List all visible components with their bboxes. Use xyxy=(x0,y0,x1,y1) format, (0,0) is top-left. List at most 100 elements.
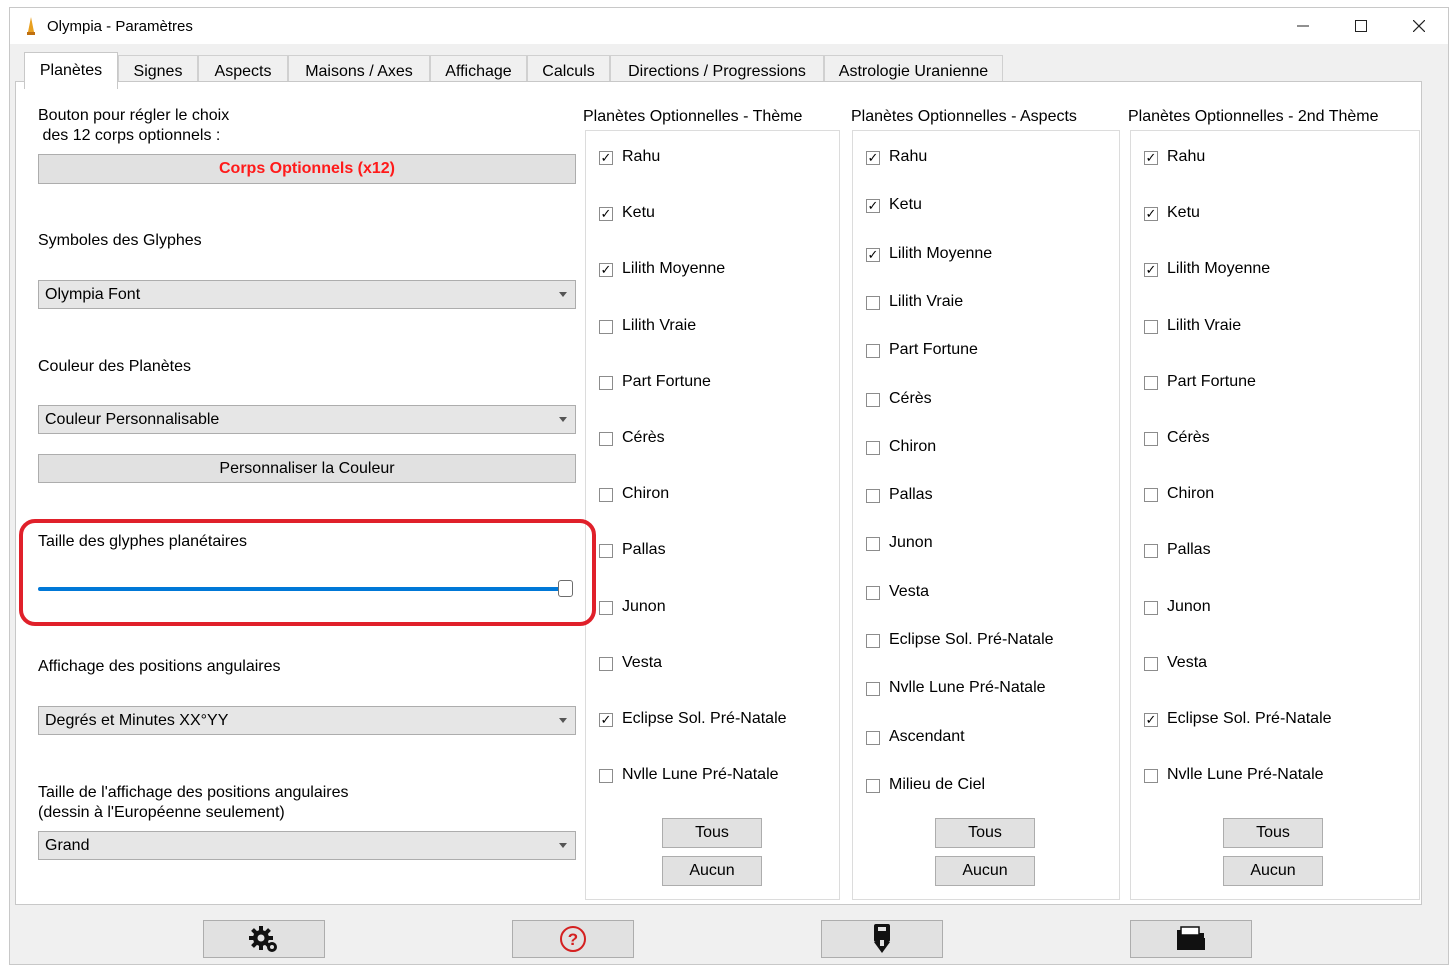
checkbox-second-4[interactable] xyxy=(1144,376,1158,390)
checkbox-aspects-9[interactable] xyxy=(866,586,880,600)
checkbox-label-theme-2: Lilith Moyenne xyxy=(622,260,726,277)
checkbox-second-10[interactable]: ✓ xyxy=(1144,713,1158,727)
checkbox-label-aspects-8: Junon xyxy=(889,534,933,551)
select-all-button-label: Tous xyxy=(1256,824,1290,841)
checkbox-label-aspects-4: Part Fortune xyxy=(889,341,978,358)
checkbox-second-9[interactable] xyxy=(1144,657,1158,671)
checkbox-label-theme-5: Cérès xyxy=(622,429,665,446)
checkbox-label-theme-0: Rahu xyxy=(622,148,661,165)
planet-color-select[interactable]: Couleur Personnalisable xyxy=(38,405,576,434)
checkbox-label-second-10: Eclipse Sol. Pré-Natale xyxy=(1167,710,1332,727)
checkbox-label-aspects-9: Vesta xyxy=(889,583,930,600)
checkbox-theme-0[interactable]: ✓ xyxy=(599,151,613,165)
checkbox-label-second-9: Vesta xyxy=(1167,654,1208,671)
select-all-button-label: Tous xyxy=(695,824,729,841)
open-folder-icon xyxy=(1177,926,1205,950)
checkbox-aspects-6[interactable] xyxy=(866,441,880,455)
checkbox-theme-8[interactable] xyxy=(599,601,613,615)
close-button[interactable] xyxy=(1396,8,1442,44)
glyph-symbols-select[interactable]: Olympia Font xyxy=(38,280,576,309)
checkbox-theme-9[interactable] xyxy=(599,657,613,671)
checkbox-label-aspects-7: Pallas xyxy=(889,486,933,503)
tab-label: Maisons / Axes xyxy=(305,62,413,80)
tab-label: Directions / Progressions xyxy=(628,62,806,80)
checkbox-aspects-4[interactable] xyxy=(866,344,880,358)
checkbox-second-11[interactable] xyxy=(1144,769,1158,783)
angular-size-select[interactable]: Grand xyxy=(38,831,576,860)
angular-size-label-2: (dessin à l'Européenne seulement) xyxy=(38,804,285,821)
optional-bodies-button[interactable]: Corps Optionnels (x12) xyxy=(38,154,576,184)
checkbox-theme-10[interactable]: ✓ xyxy=(599,713,613,727)
checkbox-aspects-13[interactable] xyxy=(866,779,880,793)
select-none-button-second[interactable]: Aucun xyxy=(1223,856,1323,886)
checkbox-theme-4[interactable] xyxy=(599,376,613,390)
save-download-icon xyxy=(874,924,890,953)
select-none-button-aspects[interactable]: Aucun xyxy=(935,856,1035,886)
chevron-down-icon xyxy=(559,417,567,422)
minimize-icon xyxy=(1297,25,1309,27)
checkbox-aspects-10[interactable] xyxy=(866,634,880,648)
save-button[interactable] xyxy=(821,920,943,958)
select-all-button-label: Tous xyxy=(968,824,1002,841)
checkbox-second-0[interactable]: ✓ xyxy=(1144,151,1158,165)
svg-text:?: ? xyxy=(568,930,578,949)
group-title-aspects: Planètes Optionnelles - Aspects xyxy=(851,107,1081,127)
checkbox-aspects-0[interactable]: ✓ xyxy=(866,151,880,165)
planet-color-label: Couleur des Planètes xyxy=(38,358,191,375)
tab-planetes[interactable]: Planètes xyxy=(24,52,118,89)
checkbox-aspects-1[interactable]: ✓ xyxy=(866,199,880,213)
select-all-button-second[interactable]: Tous xyxy=(1223,818,1323,848)
checkbox-aspects-2[interactable]: ✓ xyxy=(866,248,880,262)
checkbox-theme-7[interactable] xyxy=(599,544,613,558)
checkbox-theme-11[interactable] xyxy=(599,769,613,783)
maximize-icon xyxy=(1355,20,1367,32)
close-icon xyxy=(1413,20,1425,32)
minimize-button[interactable] xyxy=(1280,8,1326,44)
checkbox-theme-6[interactable] xyxy=(599,488,613,502)
tab-label: Planètes xyxy=(39,62,103,79)
checkbox-label-aspects-2: Lilith Moyenne xyxy=(889,245,993,262)
checkbox-second-8[interactable] xyxy=(1144,601,1158,615)
customize-color-button[interactable]: Personnaliser la Couleur xyxy=(38,454,576,483)
select-all-button-theme[interactable]: Tous xyxy=(662,818,762,848)
maximize-button[interactable] xyxy=(1338,8,1384,44)
help-button[interactable]: ? xyxy=(512,920,634,958)
checkbox-second-7[interactable] xyxy=(1144,544,1158,558)
checkbox-theme-1[interactable]: ✓ xyxy=(599,207,613,221)
checkbox-label-theme-4: Part Fortune xyxy=(622,373,711,390)
checkbox-aspects-11[interactable] xyxy=(866,682,880,696)
checkbox-label-aspects-0: Rahu xyxy=(889,148,928,165)
checkbox-second-6[interactable] xyxy=(1144,488,1158,502)
checkbox-second-3[interactable] xyxy=(1144,320,1158,334)
checkbox-second-5[interactable] xyxy=(1144,432,1158,446)
settings-button[interactable] xyxy=(203,920,325,958)
checkbox-label-aspects-11: Nvlle Lune Pré-Natale xyxy=(889,679,1046,696)
optional-bodies-description: Bouton pour régler le choix xyxy=(38,107,230,124)
optional-bodies-description-2: des 12 corps optionnels : xyxy=(38,127,221,144)
open-folder-button[interactable] xyxy=(1130,920,1252,958)
checkbox-second-2[interactable]: ✓ xyxy=(1144,263,1158,277)
checkbox-theme-2[interactable]: ✓ xyxy=(599,263,613,277)
checkbox-label-theme-11: Nvlle Lune Pré-Natale xyxy=(622,766,779,783)
checkbox-aspects-8[interactable] xyxy=(866,537,880,551)
checkbox-aspects-12[interactable] xyxy=(866,731,880,745)
checkbox-theme-3[interactable] xyxy=(599,320,613,334)
checkbox-label-second-3: Lilith Vraie xyxy=(1167,317,1242,334)
angular-size-value: Grand xyxy=(45,836,90,854)
chevron-down-icon xyxy=(559,843,567,848)
checkbox-theme-5[interactable] xyxy=(599,432,613,446)
select-none-button-label: Aucun xyxy=(689,862,735,879)
checkbox-aspects-5[interactable] xyxy=(866,393,880,407)
checkbox-label-second-2: Lilith Moyenne xyxy=(1167,260,1271,277)
select-none-button-label: Aucun xyxy=(1250,862,1296,879)
angular-display-value: Degrés et Minutes XX°YY xyxy=(45,711,229,729)
checkbox-label-aspects-5: Cérès xyxy=(889,390,932,407)
checkbox-second-1[interactable]: ✓ xyxy=(1144,207,1158,221)
checkbox-aspects-7[interactable] xyxy=(866,489,880,503)
checkbox-aspects-3[interactable] xyxy=(866,296,880,310)
select-all-button-aspects[interactable]: Tous xyxy=(935,818,1035,848)
select-none-button-theme[interactable]: Aucun xyxy=(662,856,762,886)
angular-display-select[interactable]: Degrés et Minutes XX°YY xyxy=(38,706,576,735)
checkbox-label-second-6: Chiron xyxy=(1167,485,1215,502)
group-box-second xyxy=(1130,130,1420,900)
